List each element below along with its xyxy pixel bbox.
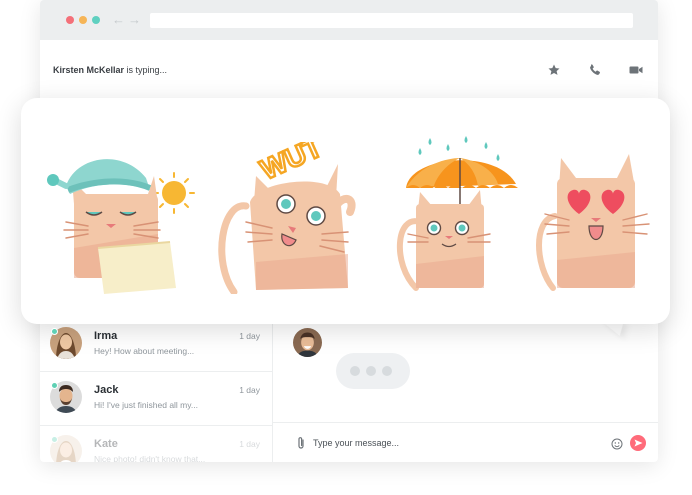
- video-camera-icon[interactable]: [628, 62, 644, 78]
- send-icon: [634, 439, 643, 447]
- star-icon[interactable]: [546, 62, 562, 78]
- heart-eyes-cat-sticker[interactable]: [531, 148, 656, 296]
- contact-timestamp: 1 day: [239, 331, 260, 341]
- online-status-dot: [51, 328, 58, 335]
- contact-item-irma[interactable]: Irma Hey! How about meeting... 1 day: [40, 318, 272, 372]
- avatar: [293, 328, 322, 357]
- sleepy-cat-sticker[interactable]: [46, 138, 201, 298]
- message-input[interactable]: [313, 434, 563, 452]
- wut-cat-sticker[interactable]: WUT: [216, 142, 361, 294]
- typing-dot: [350, 366, 360, 376]
- sticker-panel: WUT: [21, 98, 670, 324]
- conversation-pane: [273, 318, 658, 462]
- wut-sticker-text: WUT: [256, 142, 327, 185]
- chat-header: Kirsten McKellar is typing...: [40, 40, 658, 100]
- typing-contact-name: Kirsten McKellar: [53, 65, 125, 75]
- umbrella-cat-sticker[interactable]: [386, 134, 521, 294]
- phone-icon[interactable]: [587, 62, 603, 78]
- contact-name: Irma: [94, 330, 118, 342]
- typing-indicator-text: Kirsten McKellar is typing...: [53, 65, 167, 75]
- online-status-dot: [51, 382, 58, 389]
- contact-list: Irma Hey! How about meeting... 1 day Jac…: [40, 318, 273, 462]
- contact-last-message: Nice photo! didn't know that...: [94, 454, 206, 462]
- forward-arrow-icon[interactable]: →: [128, 12, 141, 28]
- contact-timestamp: 1 day: [239, 385, 260, 395]
- contact-last-message: Hey! How about meeting...: [94, 346, 195, 356]
- minimize-window-dot[interactable]: [79, 16, 87, 24]
- back-arrow-icon[interactable]: ←: [112, 12, 125, 28]
- contact-last-message: Hi! I've just finished all my...: [94, 400, 198, 410]
- send-button[interactable]: [630, 435, 646, 451]
- close-window-dot[interactable]: [66, 16, 74, 24]
- paperclip-icon[interactable]: [296, 436, 306, 455]
- contact-timestamp: 1 day: [239, 439, 260, 449]
- contact-name: Jack: [94, 384, 119, 396]
- maximize-window-dot[interactable]: [92, 16, 100, 24]
- contact-name: Kate: [94, 438, 118, 450]
- typing-dot: [382, 366, 392, 376]
- typing-bubble: [336, 353, 410, 389]
- contact-item-kate[interactable]: Kate Nice photo! didn't know that... 1 d…: [40, 426, 272, 462]
- typing-dot: [366, 366, 376, 376]
- address-bar[interactable]: [150, 13, 633, 28]
- contact-item-jack[interactable]: Jack Hi! I've just finished all my... 1 …: [40, 372, 272, 426]
- message-composer: [273, 422, 658, 462]
- typing-status: is typing...: [124, 65, 168, 75]
- smiley-icon[interactable]: [611, 437, 623, 455]
- online-status-dot: [51, 436, 58, 443]
- browser-titlebar: ← →: [40, 0, 658, 40]
